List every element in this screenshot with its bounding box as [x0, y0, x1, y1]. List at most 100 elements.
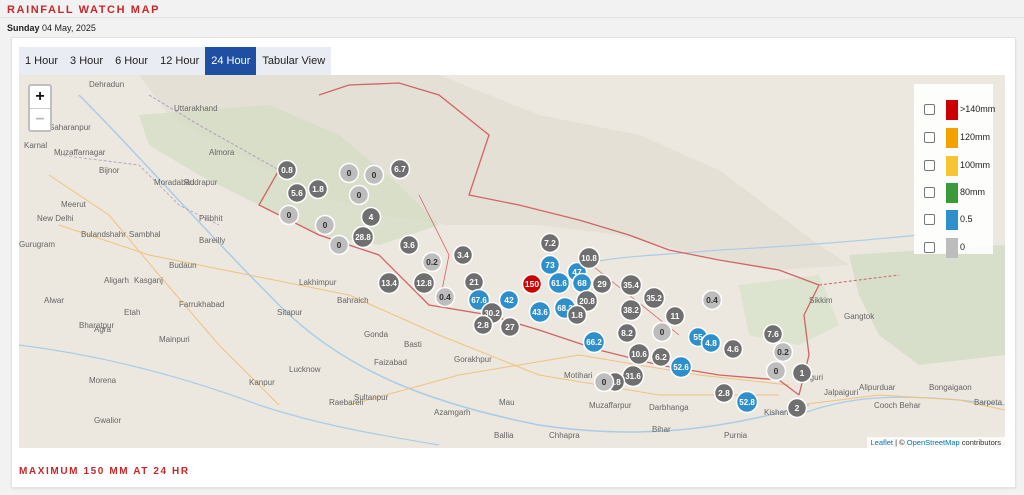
osm-link[interactable]: OpenStreetMap — [907, 438, 960, 447]
rainfall-map[interactable]: Dehradun Saharanpur Muzaffarnagar Meerut New… — [19, 75, 1005, 448]
rainfall-marker[interactable]: 1 — [791, 362, 813, 384]
rainfall-marker[interactable]: 1.8 — [307, 178, 329, 200]
rainfall-marker[interactable]: 6.7 — [389, 158, 411, 180]
tab-1-hour[interactable]: 1 Hour — [19, 47, 64, 75]
marker-value: 3.4 — [457, 250, 469, 260]
rainfall-marker[interactable]: 0 — [338, 162, 360, 184]
rainfall-marker[interactable]: 38.2 — [619, 298, 643, 322]
legend-checkbox[interactable] — [924, 160, 935, 171]
rainfall-marker[interactable]: 31.6 — [621, 364, 645, 388]
legend-label: >140mm — [960, 104, 996, 114]
rainfall-marker[interactable]: 2 — [786, 397, 808, 419]
rainfall-marker[interactable]: 12.8 — [412, 271, 436, 295]
rainfall-marker[interactable]: 42 — [498, 289, 520, 311]
legend-row[interactable]: >140mm — [920, 100, 996, 120]
rainfall-marker[interactable]: 0.2 — [772, 341, 794, 363]
day-label: Sunday — [7, 23, 40, 33]
rainfall-marker[interactable]: 4.6 — [722, 338, 744, 360]
rainfall-marker[interactable]: 2.8 — [713, 382, 735, 404]
legend-row[interactable]: 120mm — [920, 128, 994, 148]
rainfall-marker[interactable]: 0 — [348, 184, 370, 206]
marker-value: 0 — [287, 210, 292, 220]
place-label: Farrukhabad — [179, 300, 224, 309]
rainfall-marker[interactable]: 0 — [765, 360, 787, 382]
rainfall-marker[interactable]: 10.6 — [627, 342, 651, 366]
rainfall-marker[interactable]: 35.4 — [619, 273, 643, 297]
rainfall-marker[interactable]: 29 — [591, 273, 613, 295]
rainfall-marker[interactable]: 3.4 — [452, 244, 474, 266]
marker-value: 13.4 — [381, 279, 397, 288]
rainfall-marker[interactable]: 0 — [593, 371, 615, 393]
rainfall-marker[interactable]: 3.6 — [398, 234, 420, 256]
marker-value: 5.6 — [291, 188, 303, 198]
legend-label: 120mm — [960, 132, 991, 142]
place-label: Muzaffarpur — [589, 401, 632, 410]
rainfall-marker[interactable]: 1.8 — [566, 304, 588, 326]
rainfall-marker[interactable]: 52.8 — [735, 390, 759, 414]
legend-checkbox[interactable] — [924, 187, 935, 198]
marker-value: 4.6 — [727, 344, 739, 354]
tab-3-hour[interactable]: 3 Hour — [64, 47, 109, 75]
rainfall-marker[interactable]: 0 — [363, 164, 385, 186]
zoom-in-button[interactable]: + — [30, 86, 50, 108]
rainfall-marker[interactable]: 66.2 — [582, 330, 606, 354]
rainfall-marker[interactable]: 61.6 — [547, 271, 571, 295]
legend-row[interactable]: 0 — [920, 238, 994, 258]
legend-checkbox[interactable] — [924, 242, 935, 253]
rainfall-marker[interactable]: 150 — [521, 273, 543, 295]
legend-row[interactable]: 100mm — [920, 156, 994, 176]
marker-value: 35.2 — [646, 294, 662, 303]
rainfall-marker[interactable]: 7.6 — [762, 323, 784, 345]
marker-value: 7.6 — [767, 329, 779, 339]
legend-swatch — [946, 128, 958, 148]
rainfall-marker[interactable]: 8.2 — [616, 322, 638, 344]
marker-value: 3.6 — [403, 240, 415, 250]
place-label: Darbhanga — [649, 403, 689, 412]
tab-6-hour[interactable]: 6 Hour — [109, 47, 154, 75]
rainfall-marker[interactable]: 4.8 — [700, 332, 722, 354]
rainfall-marker[interactable]: 0.2 — [421, 251, 443, 273]
rainfall-marker[interactable]: 43.6 — [528, 300, 552, 324]
tab-tabular-view[interactable]: Tabular View — [256, 47, 331, 75]
rainfall-marker[interactable]: 0 — [328, 234, 350, 256]
legend-row[interactable]: 80mm — [920, 183, 994, 203]
rainfall-marker[interactable]: 68 — [571, 272, 593, 294]
rainfall-marker[interactable]: 0.4 — [701, 289, 723, 311]
rainfall-marker[interactable]: 13.4 — [377, 271, 401, 295]
rainfall-marker[interactable]: 27 — [499, 316, 521, 338]
rainfall-marker[interactable]: 5.6 — [286, 182, 308, 204]
rainfall-marker[interactable]: 21 — [463, 271, 485, 293]
attribution-separator: | © — [893, 438, 907, 447]
zoom-control: + − — [28, 84, 52, 132]
rainfall-marker[interactable]: 0.8 — [276, 159, 298, 181]
marker-value: 6.7 — [394, 164, 406, 174]
rainfall-marker[interactable]: 0 — [651, 321, 673, 343]
place-label: Bharatpur — [79, 321, 114, 330]
rainfall-marker[interactable]: 35.2 — [642, 286, 666, 310]
zoom-out-button[interactable]: − — [30, 108, 50, 130]
legend-label: 100mm — [960, 160, 991, 170]
rainfall-marker[interactable]: 73 — [539, 254, 561, 276]
rainfall-marker[interactable]: 6.2 — [650, 346, 672, 368]
rainfall-marker[interactable]: 0.4 — [434, 286, 456, 308]
rainfall-marker[interactable]: 0 — [278, 204, 300, 226]
legend-checkbox[interactable] — [924, 214, 935, 225]
date-line: Sunday 04 May, 2025 — [7, 23, 96, 33]
legend-checkbox[interactable] — [924, 104, 935, 115]
rainfall-marker[interactable]: 0 — [314, 214, 336, 236]
rainfall-marker[interactable]: 4 — [360, 206, 382, 228]
marker-value: 11 — [671, 311, 680, 321]
rainfall-marker[interactable]: 10.8 — [577, 246, 601, 270]
rainfall-marker[interactable]: 28.8 — [351, 225, 375, 249]
leaflet-link[interactable]: Leaflet — [871, 438, 894, 447]
marker-value: 1.8 — [571, 310, 583, 320]
rainfall-marker[interactable]: 52.6 — [669, 355, 693, 379]
tab-24-hour[interactable]: 24 Hour — [205, 47, 257, 75]
place-label: Azamgarh — [434, 408, 470, 417]
legend-checkbox[interactable] — [924, 132, 935, 143]
legend-row[interactable]: 0.5 — [920, 210, 994, 230]
rainfall-marker[interactable]: 11 — [664, 305, 686, 327]
rainfall-marker[interactable]: 7.2 — [539, 232, 561, 254]
tab-12-hour[interactable]: 12 Hour — [154, 47, 205, 75]
rainfall-marker[interactable]: 2.8 — [472, 314, 494, 336]
